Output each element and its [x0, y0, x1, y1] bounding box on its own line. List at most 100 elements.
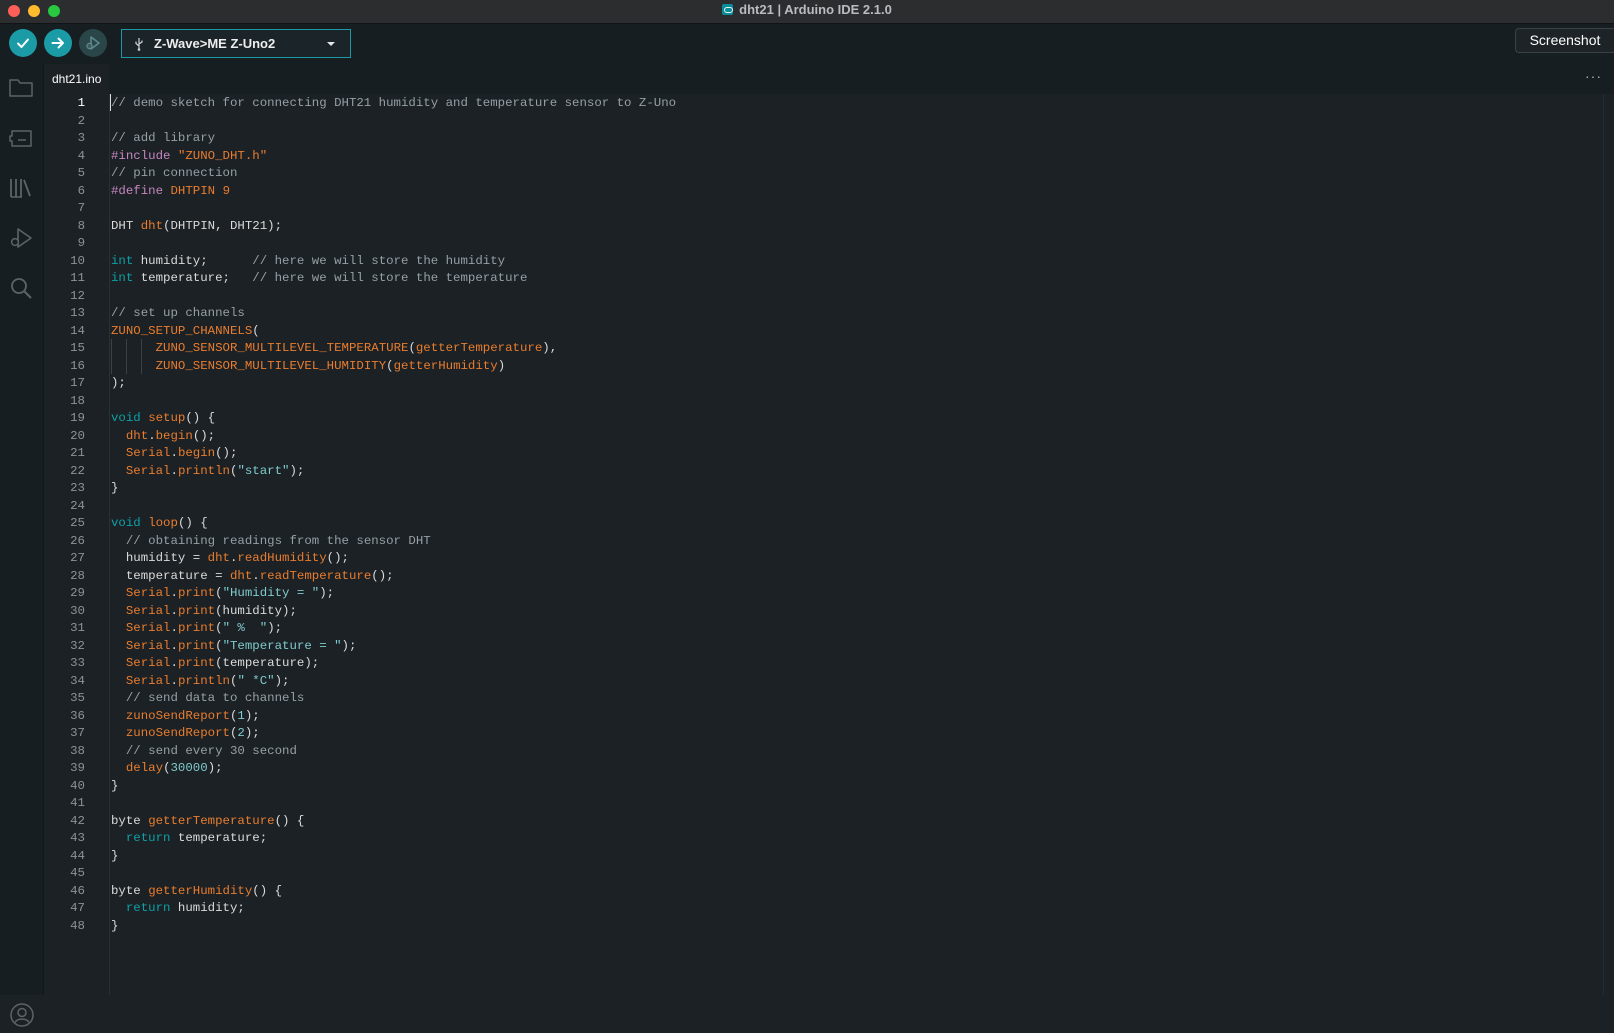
code-line[interactable]: 7	[44, 199, 1564, 217]
code-line[interactable]: 20 dht.begin();	[44, 427, 1564, 445]
code-line[interactable]: 19 void setup() {	[44, 409, 1564, 427]
code-line[interactable]: 33 Serial.print(temperature);	[44, 654, 1564, 672]
search-button[interactable]	[7, 274, 35, 302]
account-icon	[10, 1003, 34, 1027]
code-line[interactable]: 17);	[44, 374, 1564, 392]
line-number: 17	[70, 376, 85, 390]
code-line[interactable]: 23}	[44, 479, 1564, 497]
indent-guide	[126, 356, 127, 374]
code-line[interactable]: 8 DHT dht(DHTPIN, DHT21);	[44, 217, 1564, 235]
code-editor[interactable]: 1 // demo sketch for connecting DHT21 hum…	[44, 94, 1614, 995]
code-line[interactable]: 48}	[44, 917, 1564, 935]
debugger-icon	[86, 36, 100, 50]
code-text: Serial.print("Humidity = ");	[125, 586, 335, 600]
code-line[interactable]: 24	[44, 497, 1564, 515]
code-line[interactable]: 27 humidity = dht.readHumidity();	[44, 549, 1564, 567]
boards-manager-button[interactable]	[7, 124, 35, 152]
line-number: 5	[77, 166, 85, 180]
code-line[interactable]: 37 zunoSendReport(2);	[44, 724, 1564, 742]
board-selector[interactable]: Z-Wave>ME Z-Uno2	[121, 29, 351, 58]
code-line[interactable]: 29 Serial.print("Humidity = ");	[44, 584, 1564, 602]
chevron-down-icon	[326, 41, 336, 47]
line-number: 26	[70, 533, 85, 548]
code-line[interactable]: 30 Serial.print(humidity);	[44, 602, 1564, 620]
line-number: 45	[70, 866, 85, 880]
code-line[interactable]: 22 Serial.println("start");	[44, 462, 1564, 480]
code-line[interactable]: 31 Serial.print(" % ");	[44, 619, 1564, 637]
code-line[interactable]: 42 byte getterTemperature() {	[44, 812, 1564, 830]
line-number: 18	[70, 393, 85, 408]
more-actions-button[interactable]: ···	[1585, 68, 1602, 84]
code-line[interactable]: 34 Serial.println(" *C");	[44, 672, 1564, 690]
code-line[interactable]: 14 ZUNO_SETUP_CHANNELS(	[44, 322, 1564, 340]
line-number: 7	[77, 201, 85, 215]
code-text: zunoSendReport(1);	[125, 708, 260, 723]
code-line[interactable]: 1 // demo sketch for connecting DHT21 hum…	[44, 94, 1564, 112]
screenshot-button[interactable]: Screenshot	[1515, 28, 1614, 53]
sketchbook-button[interactable]	[7, 73, 35, 101]
code-text: byte getterHumidity() {	[111, 883, 283, 898]
code-text: }	[111, 918, 119, 933]
code-line[interactable]: 41	[44, 794, 1564, 812]
code-text: // demo sketch for connecting DHT21 humi…	[111, 96, 677, 110]
line-number: 31	[70, 621, 85, 635]
code-line[interactable]: 15 ZUNO_SENSOR_MULTILEVEL_TEMPERATURE(ge…	[44, 339, 1564, 357]
code-line[interactable]: 5 // pin connection	[44, 164, 1564, 182]
code-text: }	[111, 481, 119, 495]
code-text: dht.begin();	[125, 428, 216, 443]
code-line[interactable]: 39 delay(30000);	[44, 759, 1564, 777]
line-number: 37	[70, 726, 85, 740]
code-line[interactable]: 28 temperature = dht.readTemperature();	[44, 567, 1564, 585]
line-number: 9	[77, 236, 85, 250]
code-text: Serial.print(humidity);	[125, 603, 297, 618]
code-text: return humidity;	[125, 901, 245, 915]
checkmark-icon	[17, 38, 29, 48]
code-text: // send data to channels	[125, 691, 305, 705]
tab-dht21-ino[interactable]: dht21.ino	[44, 64, 110, 95]
code-line[interactable]: 36 zunoSendReport(1);	[44, 707, 1564, 725]
code-line[interactable]: 25 void loop() {	[44, 514, 1564, 532]
upload-button[interactable]	[44, 29, 72, 57]
code-line[interactable]: 26 // obtaining readings from the sensor…	[44, 532, 1564, 550]
code-line[interactable]: 47 return humidity;	[44, 899, 1564, 917]
code-line[interactable]: 10 int humidity; // here we will store th…	[44, 252, 1564, 270]
code-line[interactable]: 38 // send every 30 second	[44, 742, 1564, 760]
code-line[interactable]: 46 byte getterHumidity() {	[44, 882, 1564, 900]
code-line[interactable]: 21 Serial.begin();	[44, 444, 1564, 462]
usb-icon	[134, 37, 144, 51]
code-line[interactable]: 3 // add library	[44, 129, 1564, 147]
code-line[interactable]: 12	[44, 287, 1564, 305]
code-line[interactable]: 2	[44, 112, 1564, 130]
code-line[interactable]: 4 #include "ZUNO_DHT.h"	[44, 147, 1564, 165]
verify-button[interactable]	[9, 29, 37, 57]
line-number: 14	[70, 323, 85, 338]
line-number: 24	[70, 498, 85, 513]
library-manager-button[interactable]	[7, 174, 35, 202]
code-line[interactable]: 9	[44, 234, 1564, 252]
debug-sidebar-button[interactable]	[7, 224, 35, 252]
arduino-app-icon	[722, 4, 734, 15]
debug-button[interactable]	[79, 29, 107, 57]
code-line[interactable]: 13 // set up channels	[44, 304, 1564, 322]
line-number: 6	[77, 183, 85, 198]
code-line[interactable]: 32 Serial.print("Temperature = ");	[44, 637, 1564, 655]
profile-button[interactable]	[9, 1002, 35, 1033]
code-line[interactable]: 11 int temperature; // here we will store…	[44, 269, 1564, 287]
code-line[interactable]: 40}	[44, 777, 1564, 795]
code-line[interactable]: 43 return temperature;	[44, 829, 1564, 847]
code-line[interactable]: 6 #define DHTPIN 9	[44, 182, 1564, 200]
code-text: Serial.print(temperature);	[125, 656, 320, 670]
line-number: 34	[70, 673, 85, 688]
indent-guide	[111, 339, 112, 357]
code-line[interactable]: 16 ZUNO_SENSOR_MULTILEVEL_HUMIDITY(gette…	[44, 357, 1564, 375]
code-line[interactable]: 44}	[44, 847, 1564, 865]
code-line[interactable]: 18	[44, 392, 1564, 410]
scrollbar-track[interactable]	[1603, 94, 1604, 995]
code-line[interactable]: 35 // send data to channels	[44, 689, 1564, 707]
line-number: 32	[70, 638, 85, 653]
indent-guide	[141, 339, 142, 357]
code-text: DHT dht(DHTPIN, DHT21);	[111, 218, 283, 233]
line-number: 22	[70, 463, 85, 478]
code-line[interactable]: 45	[44, 864, 1564, 882]
line-number: 8	[77, 218, 85, 233]
